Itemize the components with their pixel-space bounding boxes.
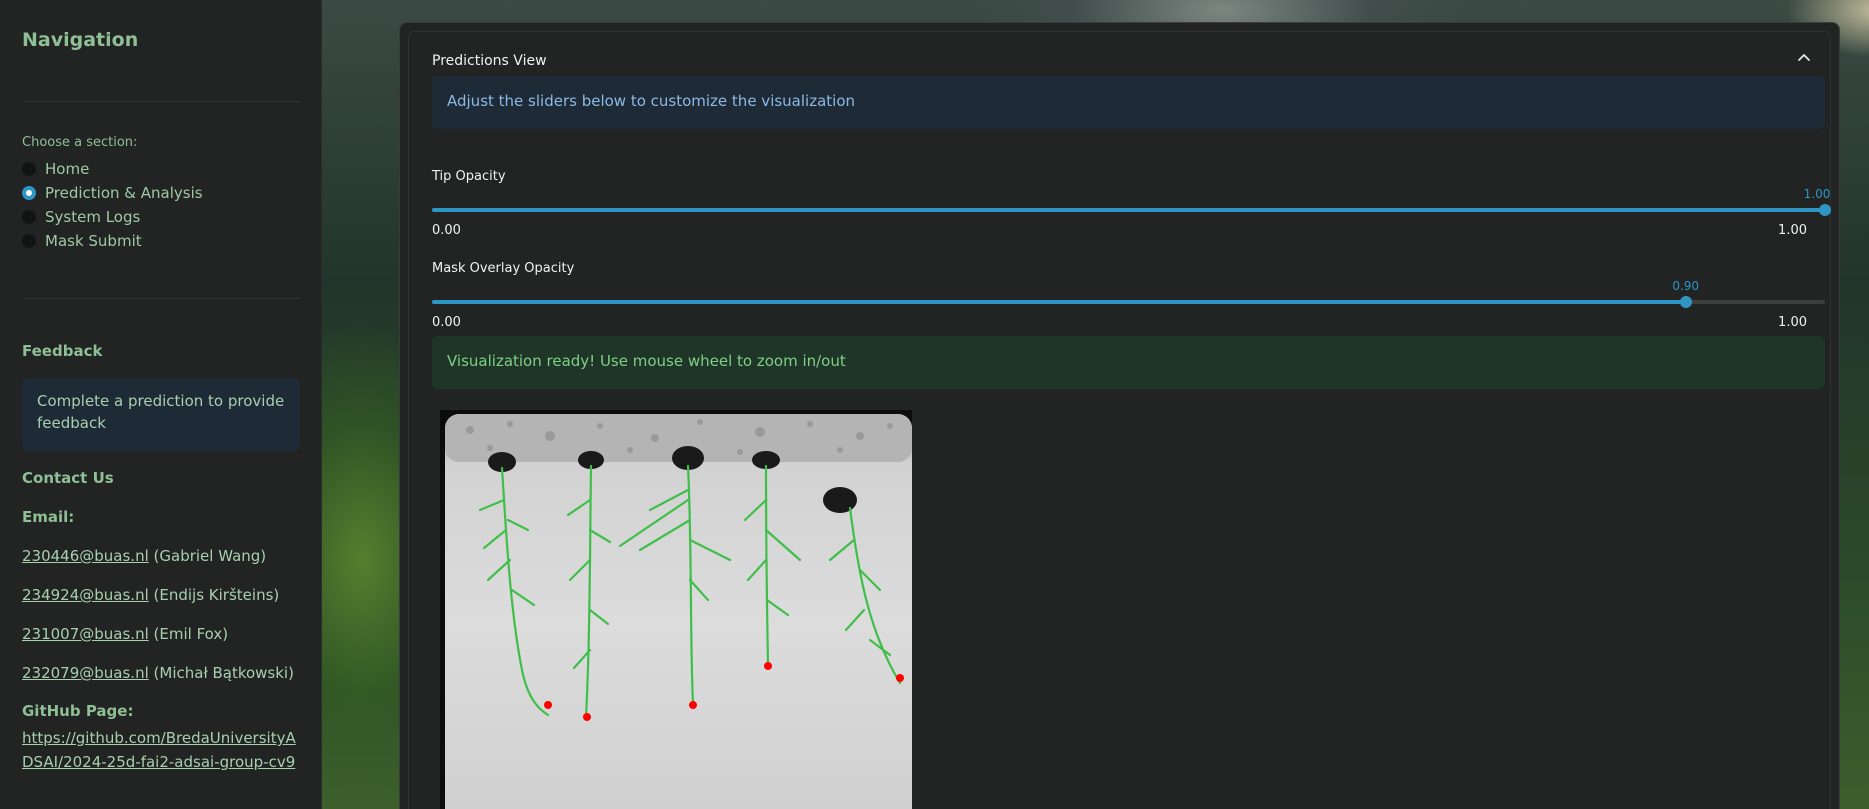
divider [22, 298, 300, 299]
root-mask-image [440, 410, 912, 809]
sidebar-title: Navigation [22, 29, 139, 51]
radio-option-home[interactable]: Home [22, 160, 89, 178]
chevron-up-icon[interactable] [1796, 50, 1812, 66]
email-entry: 234924@buas.nl (Endijs Kiršteins) [22, 586, 279, 604]
slider-max-label: 1.00 [1778, 315, 1807, 330]
slider-min-label: 0.00 [432, 315, 461, 330]
sidebar: Navigation Choose a section: Home Predic… [0, 0, 322, 809]
radio-button[interactable] [22, 162, 36, 176]
slider-track-tip-opacity[interactable] [432, 204, 1831, 216]
slider-max-label: 1.00 [1778, 223, 1807, 238]
email-link[interactable]: 234924@buas.nl [22, 586, 149, 604]
success-message: Visualization ready! Use mouse wheel to … [432, 336, 1825, 389]
github-heading: GitHub Page: [22, 702, 134, 720]
slider-fill [432, 208, 1825, 212]
email-link[interactable]: 231007@buas.nl [22, 625, 149, 643]
slider-fill [432, 300, 1686, 304]
email-owner: (Endijs Kiršteins) [153, 586, 280, 604]
radio-option-prediction-analysis[interactable]: Prediction & Analysis [22, 184, 203, 202]
email-entry: 232079@buas.nl (Michał Bątkowski) [22, 664, 294, 682]
email-owner: (Gabriel Wang) [153, 547, 267, 565]
slider-label-tip-opacity: Tip Opacity [432, 169, 506, 184]
radio-label: System Logs [45, 208, 141, 226]
radio-label: Prediction & Analysis [45, 184, 203, 202]
slider-thumb-mask-overlay-opacity[interactable] [1679, 296, 1692, 308]
radio-button[interactable] [22, 210, 36, 224]
radio-label: Mask Submit [45, 232, 142, 250]
info-message: Adjust the sliders below to customize th… [432, 76, 1825, 129]
email-owner: (Emil Fox) [153, 625, 229, 643]
github-link[interactable]: https://github.com/BredaUniversityADSAI/… [22, 726, 302, 774]
section-radio-label: Choose a section: [22, 135, 138, 150]
radio-button-selected[interactable] [22, 186, 36, 200]
radio-button[interactable] [22, 234, 36, 248]
email-link[interactable]: 230446@buas.nl [22, 547, 149, 565]
feedback-heading: Feedback [22, 342, 103, 360]
predictions-view-panel: Predictions View Adjust the sliders belo… [399, 22, 1840, 809]
email-entry: 231007@buas.nl (Emil Fox) [22, 625, 228, 643]
email-link[interactable]: 232079@buas.nl [22, 664, 149, 682]
divider [22, 101, 300, 102]
expander-title[interactable]: Predictions View [432, 53, 547, 69]
radio-option-mask-submit[interactable]: Mask Submit [22, 232, 142, 250]
email-heading: Email: [22, 508, 75, 526]
email-owner: (Michał Bątkowski) [153, 664, 294, 682]
slider-track-mask-overlay-opacity[interactable] [432, 296, 1825, 308]
expander: Predictions View Adjust the sliders belo… [408, 31, 1831, 809]
contact-heading: Contact Us [22, 469, 114, 487]
email-entry: 230446@buas.nl (Gabriel Wang) [22, 547, 266, 565]
slider-label-mask-overlay-opacity: Mask Overlay Opacity [432, 261, 575, 276]
slider-min-label: 0.00 [432, 223, 461, 238]
radio-label: Home [45, 160, 90, 178]
slider-thumb-tip-opacity[interactable] [1819, 204, 1831, 216]
feedback-info-box: Complete a prediction to provide feedbac… [22, 378, 300, 451]
slider-value-mask-overlay-opacity: 0.90 [1672, 279, 1700, 293]
slider-value-tip-opacity: 1.00 [1803, 187, 1831, 201]
prediction-visualization[interactable] [440, 410, 912, 809]
radio-option-system-logs[interactable]: System Logs [22, 208, 140, 226]
